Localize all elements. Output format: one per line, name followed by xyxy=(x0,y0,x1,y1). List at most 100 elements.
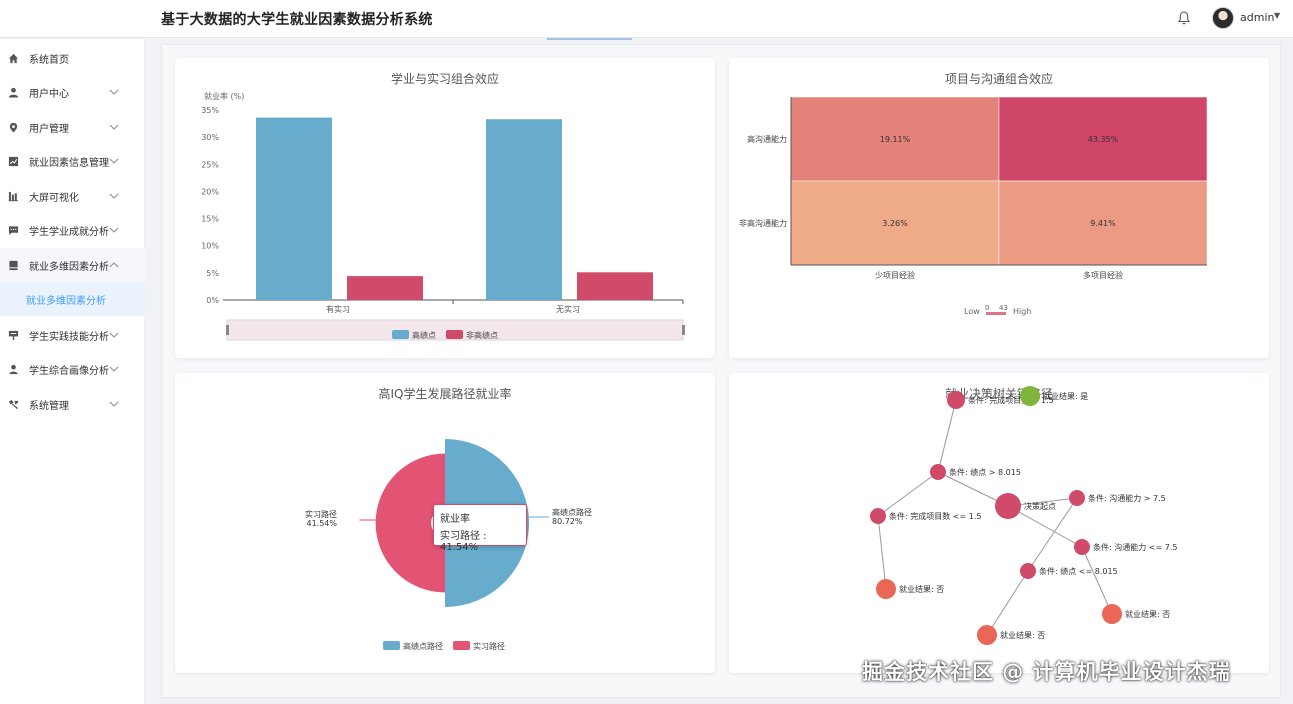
tree-node-label: 就业结果: 否 xyxy=(1125,609,1170,619)
chart-tooltip: 就业率 实习路径 : 41.54% xyxy=(433,504,527,553)
sidebar-item-system[interactable]: 系统管理 xyxy=(0,387,145,421)
chevron-down-icon xyxy=(109,89,119,95)
caret-down-icon[interactable]: ▼ xyxy=(1274,11,1280,20)
chevron-down-icon xyxy=(109,332,119,338)
sidebar-item-user-management[interactable]: 用户管理 xyxy=(0,110,145,144)
slice-name-label: 高绩点路径 xyxy=(552,507,592,517)
legend-swatch xyxy=(392,330,409,339)
sidebar-item-profile[interactable]: 学生综合画像分析 xyxy=(0,352,145,386)
legend-swatch xyxy=(453,641,470,650)
bar-high-gpa xyxy=(256,117,332,300)
tree-node xyxy=(1074,539,1090,555)
heatmap-cell-label: 19.11% xyxy=(880,135,911,144)
tree-node xyxy=(995,493,1021,519)
bell-icon[interactable] xyxy=(1176,10,1192,26)
tooltip-value: 实习路径 : 41.54% xyxy=(440,531,487,553)
sidebar-item-label: 用户中心 xyxy=(29,89,69,100)
y-tick-label: 10% xyxy=(201,242,219,251)
chevron-up-icon xyxy=(109,262,119,268)
tree-node xyxy=(1020,563,1036,579)
tree-node-label: 条件: 完成项目数 <= 1.5 xyxy=(889,511,981,521)
legend-swatch xyxy=(383,641,400,650)
sidebar-item-label: 系统首页 xyxy=(29,55,69,66)
visual-map-max-label: 43 xyxy=(999,304,1008,312)
sidebar-item-practice-skills[interactable]: 学生实践技能分析 xyxy=(0,318,145,352)
bar-chart: 就业率 (%) 0% 5% 10% 15% 20% 25% 30% 35% 有实习 无实习高绩点 非… xyxy=(201,91,685,341)
y-tick-label: 5% xyxy=(206,269,219,278)
tree-node xyxy=(876,579,896,599)
sidebar-item-label: 学生综合画像分析 xyxy=(29,366,109,377)
legend-label: 实习路径 xyxy=(473,641,505,651)
sidebar-item-label: 系统管理 xyxy=(29,401,69,412)
location-icon xyxy=(9,122,18,133)
data-zoom-handle-left[interactable] xyxy=(226,325,229,335)
sidebar-item-label: 就业多维因素分析 xyxy=(29,262,109,273)
heatmap-cell-label: 9.41% xyxy=(1090,219,1116,228)
tree-edge xyxy=(877,471,939,517)
chevron-down-icon xyxy=(109,193,119,199)
tree-node xyxy=(1020,386,1040,406)
app-title: 基于大数据的大学生就业因素数据分析系统 xyxy=(161,12,433,28)
slice-name-label: 实习路径 xyxy=(305,509,337,519)
tree-edge xyxy=(986,570,1029,636)
sidebar-item-user-center[interactable]: 用户中心 xyxy=(0,75,145,109)
tree-node-label: 就业结果: 否 xyxy=(1000,630,1045,640)
tree-node-label: 条件: 完成项目数 > 1.5 xyxy=(968,395,1054,405)
sidebar-subitem-label: 就业多维因素分析 xyxy=(26,296,106,307)
sidebar-subitem-multi-factor[interactable]: 就业多维因素分析 xyxy=(0,282,145,316)
sidebar-item-big-screen[interactable]: 大屏可视化 xyxy=(0,179,145,213)
bar-chart-card: 学业与实习组合效应 就业率 (%) 0% 5% 10% 15% 20% 25% 30% 35%… xyxy=(175,58,715,358)
sidebar: 系统首页 用户中心 用户管理 就业因素信息管理 大屏可视化 学生学业成就分析 就… xyxy=(0,39,145,704)
slice-value-label: 80.72% xyxy=(552,517,583,526)
x-tick-label: 无实习 xyxy=(556,304,580,314)
folder-icon xyxy=(9,260,18,271)
x-tick-label: 少项目经验 xyxy=(875,270,915,280)
tree-node xyxy=(1102,604,1122,624)
person-icon xyxy=(9,364,18,375)
y-tick-label: 25% xyxy=(201,160,219,169)
tree-node xyxy=(977,625,997,645)
tree-edge xyxy=(1081,546,1113,615)
tree-node xyxy=(870,508,886,524)
bar-icon xyxy=(8,191,19,202)
bar-non-high-gpa xyxy=(577,272,653,300)
tree-edge xyxy=(877,515,887,590)
y-tick-label: 20% xyxy=(201,187,219,196)
tree-node xyxy=(930,464,946,480)
tag-icon xyxy=(8,330,19,341)
sidebar-item-home[interactable]: 系统首页 xyxy=(0,41,145,75)
y-axis-label: 就业率 (%) xyxy=(204,91,244,101)
watermark: 掘金技术社区 @ 计算机毕业设计杰瑞 xyxy=(862,660,1231,684)
legend-label: 高绩点 xyxy=(412,330,436,340)
x-tick-label: 有实习 xyxy=(326,304,350,314)
y-tick-label: 高沟通能力 xyxy=(747,134,787,144)
home-icon xyxy=(8,53,19,64)
visual-map-low-label: Low xyxy=(964,307,980,316)
avatar[interactable] xyxy=(1212,7,1234,29)
y-tick-label: 非高沟通能力 xyxy=(739,218,787,228)
decision-tree-graph: 条件: 完成项目数 > 1.5就业结果: 是条件: 绩点 > 8.015 决策起点… xyxy=(870,386,1177,645)
chevron-down-icon xyxy=(109,227,119,233)
sidebar-item-label: 就业因素信息管理 xyxy=(29,158,109,169)
chevron-down-icon xyxy=(109,124,119,130)
decision-tree-card: 就业决策树关键路径 条件: 完成项目数 > 1.5 就业结果: 是条件: 绩点 >… xyxy=(729,373,1269,673)
sidebar-item-label: 学生学业成就分析 xyxy=(29,227,109,238)
heatmap-card: 项目与沟通组合效应 19.11% 43.35% 高沟通能力 3.26% 9.41% 非高沟… xyxy=(729,58,1269,358)
heatmap-cell-label: 43.35% xyxy=(1088,135,1119,144)
tree-edge xyxy=(937,399,957,473)
visual-map-bar xyxy=(986,312,1006,315)
sidebar-item-employment-info[interactable]: 就业因素信息管理 xyxy=(0,144,145,178)
x-tick-label: 多项目经验 xyxy=(1083,270,1123,280)
tree-node xyxy=(1069,490,1085,506)
user-name[interactable]: admin xyxy=(1240,11,1274,24)
top-header: 基于大数据的大学生就业因素数据分析系统 admin ▼ xyxy=(0,0,1293,38)
sidebar-item-academic-analysis[interactable]: 学生学业成就分析 xyxy=(0,213,145,247)
main-content: 学业与实习组合效应 就业率 (%) 0% 5% 10% 15% 20% 25% 30% 35%… xyxy=(161,44,1281,698)
legend-swatch xyxy=(446,330,463,339)
sidebar-item-multi-factor[interactable]: 就业多维因素分析 xyxy=(0,248,145,282)
chart-icon xyxy=(8,156,19,167)
bar-high-gpa xyxy=(486,119,562,300)
user-icon xyxy=(8,87,19,98)
visual-map-high-label: High xyxy=(1013,307,1031,316)
data-zoom-handle-right[interactable] xyxy=(682,325,685,335)
